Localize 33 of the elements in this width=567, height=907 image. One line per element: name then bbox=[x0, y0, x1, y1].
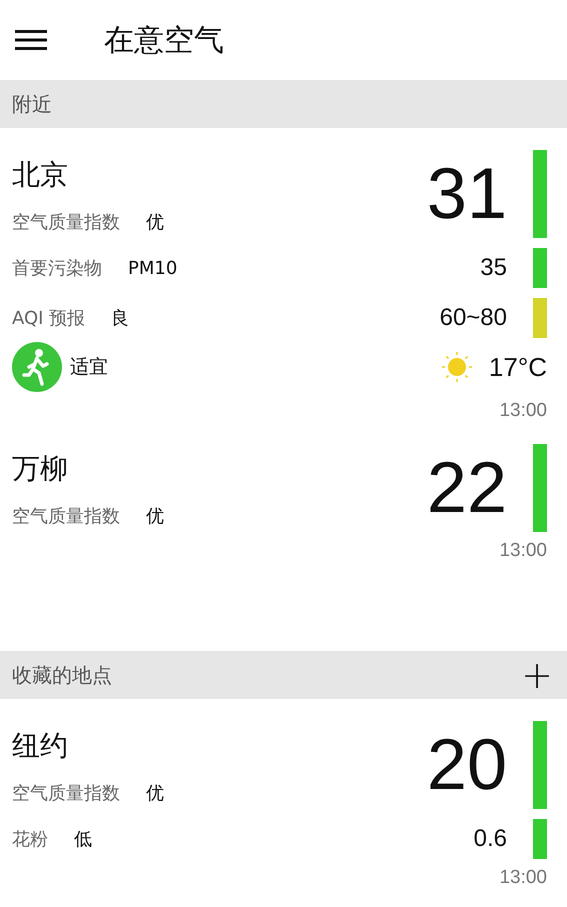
row-reading: 0.6 bbox=[474, 825, 507, 853]
menu-icon[interactable] bbox=[15, 30, 47, 50]
row-label: 花粉 bbox=[12, 828, 48, 851]
city-name: 北京 bbox=[12, 157, 69, 193]
row-value: PM10 bbox=[128, 258, 178, 278]
row-reading: 35 bbox=[480, 254, 507, 282]
row-value: 低 bbox=[74, 828, 92, 851]
aqi-value: 20 bbox=[426, 729, 507, 801]
sun-icon bbox=[440, 351, 473, 383]
section-title: 收藏的地点 bbox=[12, 662, 112, 688]
row-label: 首要污染物 bbox=[12, 257, 102, 280]
aqi-level: 优 bbox=[146, 782, 164, 805]
row-value: 良 bbox=[111, 307, 130, 330]
activity-text: 适宜 bbox=[70, 355, 108, 380]
aqi-value: 22 bbox=[426, 452, 507, 524]
update-time: 13:00 bbox=[499, 867, 547, 889]
update-time: 13:00 bbox=[499, 540, 547, 562]
city-name: 纽约 bbox=[12, 728, 69, 764]
city-name: 万柳 bbox=[12, 451, 69, 487]
temperature: 17°C bbox=[488, 352, 547, 382]
update-time: 13:00 bbox=[499, 400, 547, 422]
aqi-label: 空气质量指数 bbox=[12, 505, 120, 528]
row-reading: 60~80 bbox=[440, 304, 507, 332]
row-label: AQI 预报 bbox=[12, 307, 86, 330]
add-button[interactable]: + bbox=[519, 656, 555, 694]
section-title: 附近 bbox=[12, 90, 52, 118]
aqi-level: 优 bbox=[146, 211, 164, 234]
aqi-label: 空气质量指数 bbox=[12, 211, 120, 234]
aqi-level: 优 bbox=[146, 505, 164, 528]
running-icon bbox=[12, 342, 62, 392]
app-title: 在意空气 bbox=[104, 22, 224, 60]
aqi-label: 空气质量指数 bbox=[12, 782, 120, 805]
aqi-value: 31 bbox=[426, 158, 507, 230]
